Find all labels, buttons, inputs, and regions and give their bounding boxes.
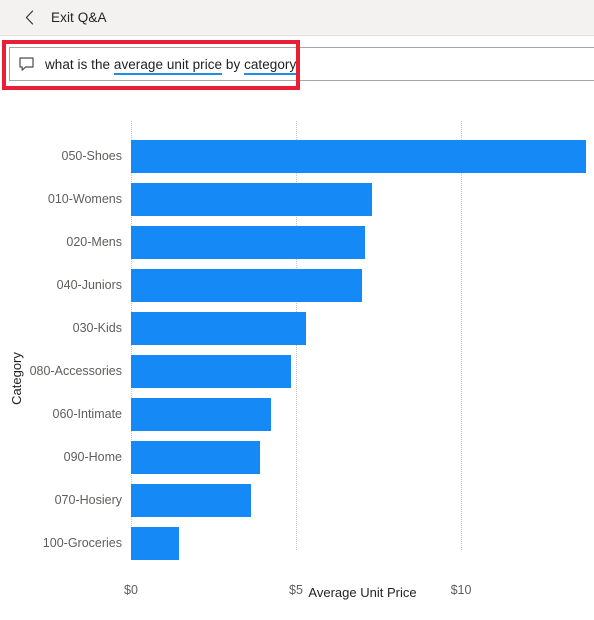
y-axis-title-text: Category: [8, 351, 24, 405]
speech-bubble-icon: [19, 56, 36, 72]
bar[interactable]: [131, 312, 306, 345]
category-axis-label: 040-Juniors: [56, 278, 122, 292]
plot-area: 050-Shoes 010-Womens 020-Mens 040-Juniors 03…: [30, 121, 594, 597]
category-axis-label: 100-Groceries: [42, 536, 122, 550]
category-axis-label: 060-Intimate: [52, 407, 122, 421]
bar[interactable]: [131, 441, 260, 474]
bar[interactable]: [131, 140, 587, 173]
bar-row[interactable]: 010-Womens: [48, 183, 594, 216]
bar-row[interactable]: 060-Intimate: [53, 398, 594, 431]
bar-row[interactable]: 070-Hosiery: [55, 484, 594, 517]
qna-question-input[interactable]: what is the average unit price by catego…: [9, 47, 594, 81]
bar[interactable]: [131, 527, 179, 560]
category-axis-label: 030-Kids: [72, 321, 122, 335]
qna-segment-0: what is the: [45, 56, 114, 72]
bar-row[interactable]: 080-Accessories: [30, 355, 594, 388]
qna-header-bar: Exit Q&A: [0, 0, 594, 36]
bar-chart-visual[interactable]: Category 050-Shoes 010-Womens 020-Mens 040-…: [0, 96, 594, 620]
qna-question-text: what is the average unit price by catego…: [45, 56, 297, 75]
qna-segment-1[interactable]: average unit price: [113, 56, 223, 75]
category-axis-label: 090-Home: [63, 450, 122, 464]
bar[interactable]: [131, 269, 362, 302]
bar-row[interactable]: 090-Home: [64, 441, 594, 474]
bar-row[interactable]: 100-Groceries: [43, 527, 594, 560]
bar-row[interactable]: 020-Mens: [66, 226, 594, 259]
category-axis-label: 070-Hosiery: [54, 493, 122, 507]
bar[interactable]: [131, 355, 292, 388]
chevron-left-icon[interactable]: [16, 0, 42, 36]
category-axis-label: 010-Womens: [47, 192, 122, 206]
category-axis-label: 020-Mens: [66, 235, 122, 249]
category-axis-label: 050-Shoes: [61, 149, 122, 163]
exit-qna-label[interactable]: Exit Q&A: [51, 10, 107, 25]
bar[interactable]: [131, 183, 372, 216]
bar-row[interactable]: 040-Juniors: [57, 269, 594, 302]
category-axis-label: 080-Accessories: [29, 364, 122, 378]
qna-segment-2: by: [222, 56, 245, 72]
bar[interactable]: [131, 226, 366, 259]
qna-input-strip: what is the average unit price by catego…: [0, 37, 594, 92]
x-axis-title: Average Unit Price: [308, 585, 417, 600]
bar[interactable]: [131, 398, 272, 431]
bar[interactable]: [131, 484, 252, 517]
bar-row[interactable]: 030-Kids: [73, 312, 594, 345]
bar-row[interactable]: 050-Shoes: [62, 140, 594, 173]
qna-segment-3[interactable]: category: [244, 56, 297, 75]
y-axis-title: Category: [6, 318, 26, 438]
